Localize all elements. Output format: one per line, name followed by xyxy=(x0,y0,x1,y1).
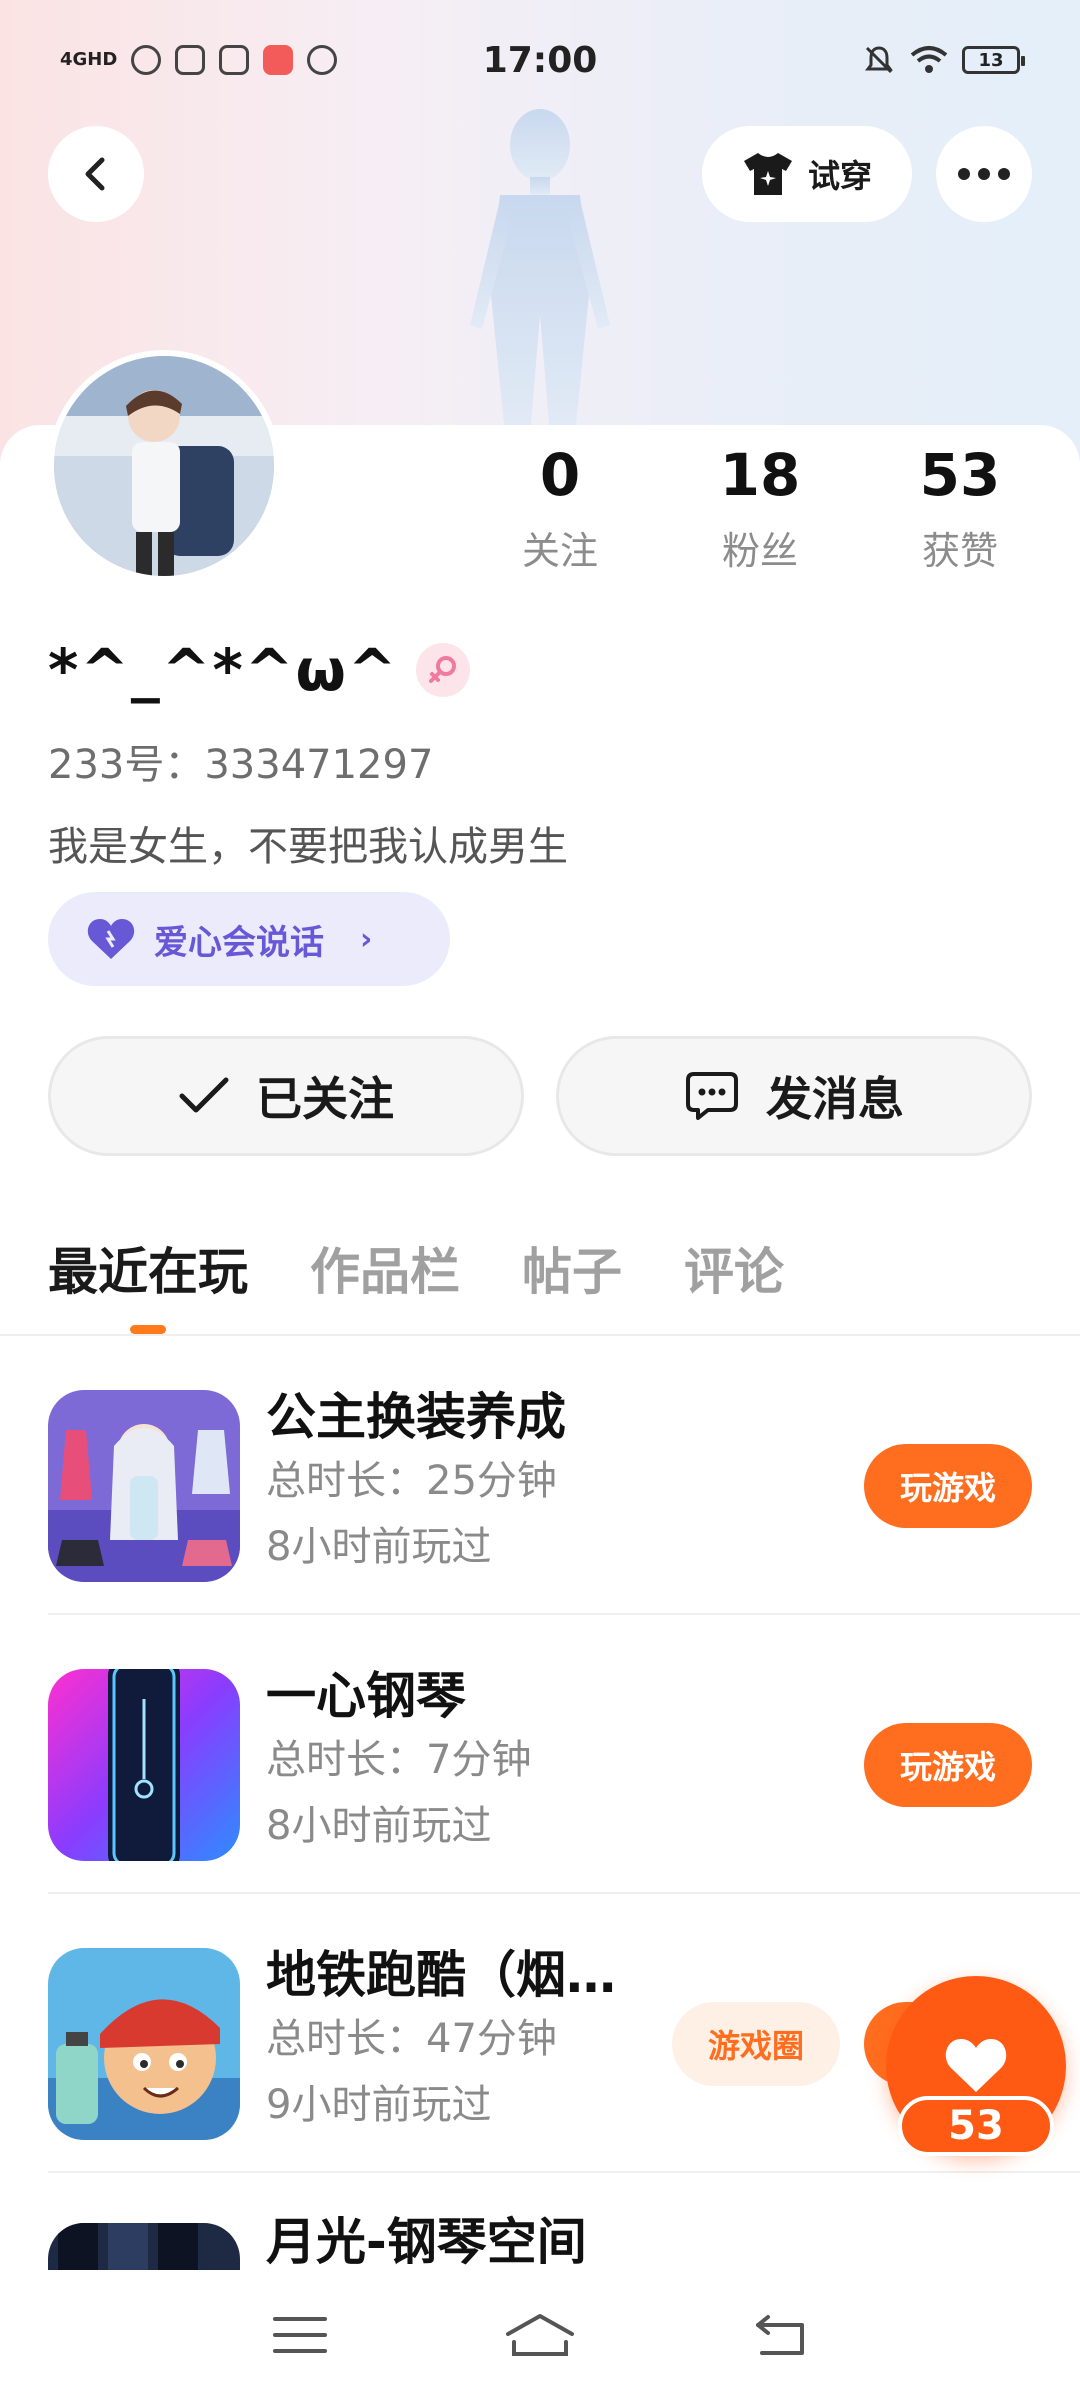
stat-value: 18 xyxy=(719,441,801,509)
chevron-left-icon xyxy=(85,157,105,191)
floating-like-button[interactable]: 53 xyxy=(886,1976,1066,2156)
send-message-label: 发消息 xyxy=(766,1072,904,1126)
nickname: *^_^*^ω^ xyxy=(48,636,399,704)
game-info: 地铁跑酷（烟… 总时长：47分钟 9小时前玩过 xyxy=(266,1944,616,2138)
avatar-3d-figure xyxy=(470,109,610,435)
following-label: 已关注 xyxy=(256,1072,394,1126)
battery-icon: 13 xyxy=(962,46,1025,74)
stat-value: 53 xyxy=(919,441,1001,509)
gender-female-icon xyxy=(416,643,471,697)
stat-likes[interactable]: 53 获赞 xyxy=(880,440,1040,590)
tab-posts[interactable]: 帖子 xyxy=(522,1232,622,1334)
list-item[interactable]: 月光-钢琴空间 xyxy=(48,2173,1080,2273)
game-duration: 总时长：25分钟 xyxy=(266,1458,557,1504)
home-key[interactable] xyxy=(500,2295,580,2375)
stat-label: 粉丝 xyxy=(721,529,798,573)
chevron-right-icon: › xyxy=(360,921,373,957)
game-duration: 总时长：7分钟 xyxy=(266,1737,532,1783)
user-id: 233号：333471297 xyxy=(48,742,434,788)
stat-label: 关注 xyxy=(521,529,598,573)
game-last-played: 8小时前玩过 xyxy=(266,1524,492,1570)
like-count: 53 xyxy=(898,2096,1054,2156)
user-bio: 我是女生，不要把我认成男生 xyxy=(48,824,568,870)
stat-following[interactable]: 0 关注 xyxy=(480,440,640,590)
game-duration: 总时长：47分钟 xyxy=(266,2016,557,2062)
game-icon xyxy=(48,1390,240,1582)
more-dots-icon xyxy=(958,168,1010,180)
tshirt-icon xyxy=(743,153,792,195)
app-notification-icon xyxy=(175,45,206,75)
stat-label: 获赞 xyxy=(921,529,998,573)
game-last-played: 9小时前玩过 xyxy=(266,2082,492,2128)
game-info: 月光-钢琴空间 xyxy=(266,2211,587,2273)
game-title: 公主换装养成 xyxy=(266,1388,566,1446)
back-arrow-icon xyxy=(756,2315,804,2355)
game-title: 地铁跑酷（烟… xyxy=(266,1946,616,2004)
avatar[interactable] xyxy=(48,350,280,582)
back-button[interactable] xyxy=(48,126,144,222)
list-item[interactable]: 公主换装养成 总时长：25分钟 8小时前玩过 玩游戏 xyxy=(48,1336,1080,1615)
game-info: 公主换装养成 总时长：25分钟 8小时前玩过 xyxy=(266,1386,566,1580)
app-notification-icon xyxy=(263,45,294,75)
battery-level: 13 xyxy=(978,49,1004,71)
home-icon xyxy=(506,2314,574,2356)
tab-comments[interactable]: 评论 xyxy=(684,1232,784,1334)
game-icon xyxy=(48,1948,240,2140)
menu-icon xyxy=(273,2317,327,2353)
app-notification-icon xyxy=(131,45,162,75)
profile-stats: 0 关注 18 粉丝 53 获赞 xyxy=(480,440,1040,590)
love-badge-label: 爱心会说话 xyxy=(154,922,324,963)
heart-icon xyxy=(945,2039,1007,2092)
nickname-row: *^_^*^ω^ xyxy=(48,636,471,704)
send-message-button[interactable]: 发消息 xyxy=(556,1036,1032,1156)
back-key[interactable] xyxy=(740,2295,820,2375)
mute-bell-icon xyxy=(865,46,893,74)
game-icon xyxy=(48,1669,240,1861)
game-info: 一心钢琴 总时长：7分钟 8小时前玩过 xyxy=(266,1665,531,1859)
stat-followers[interactable]: 18 粉丝 xyxy=(680,440,840,590)
system-nav-bar xyxy=(0,2270,1080,2400)
tab-recently-played[interactable]: 最近在玩 xyxy=(48,1232,248,1334)
play-game-button[interactable]: 玩游戏 xyxy=(864,1444,1032,1528)
more-options-button[interactable] xyxy=(936,126,1032,222)
wifi-icon xyxy=(910,46,948,73)
chat-bubble-icon xyxy=(686,1072,738,1120)
status-right: 13 xyxy=(862,43,1025,77)
list-item[interactable]: 一心钢琴 总时长：7分钟 8小时前玩过 玩游戏 xyxy=(48,1615,1080,1894)
check-icon xyxy=(179,1077,229,1113)
heart-icon xyxy=(87,919,135,959)
stat-value: 0 xyxy=(539,441,581,509)
try-on-label: 试穿 xyxy=(807,157,872,195)
play-game-button[interactable]: 玩游戏 xyxy=(864,1723,1032,1807)
game-title: 一心钢琴 xyxy=(266,1667,466,1725)
love-speaks-badge[interactable]: 爱心会说话 › xyxy=(48,892,450,986)
game-last-played: 8小时前玩过 xyxy=(266,1803,492,1849)
game-icon xyxy=(48,2223,240,2273)
status-left: 4GHD xyxy=(60,45,338,75)
following-button[interactable]: 已关注 xyxy=(48,1036,524,1156)
menu-key[interactable] xyxy=(260,2295,340,2375)
try-on-button[interactable]: 试穿 xyxy=(702,126,912,222)
profile-tabs: 最近在玩 作品栏 帖子 评论 xyxy=(48,1232,784,1334)
game-circle-button[interactable]: 游戏圈 xyxy=(672,2002,840,2086)
avatar-image xyxy=(54,356,274,576)
network-indicator: 4GHD xyxy=(60,49,118,70)
tab-works[interactable]: 作品栏 xyxy=(310,1232,460,1334)
app-notification-icon xyxy=(307,45,338,75)
status-bar: 4GHD 17:00 13 xyxy=(0,0,1080,120)
game-title: 月光-钢琴空间 xyxy=(266,2213,587,2271)
app-notification-icon xyxy=(219,45,250,75)
